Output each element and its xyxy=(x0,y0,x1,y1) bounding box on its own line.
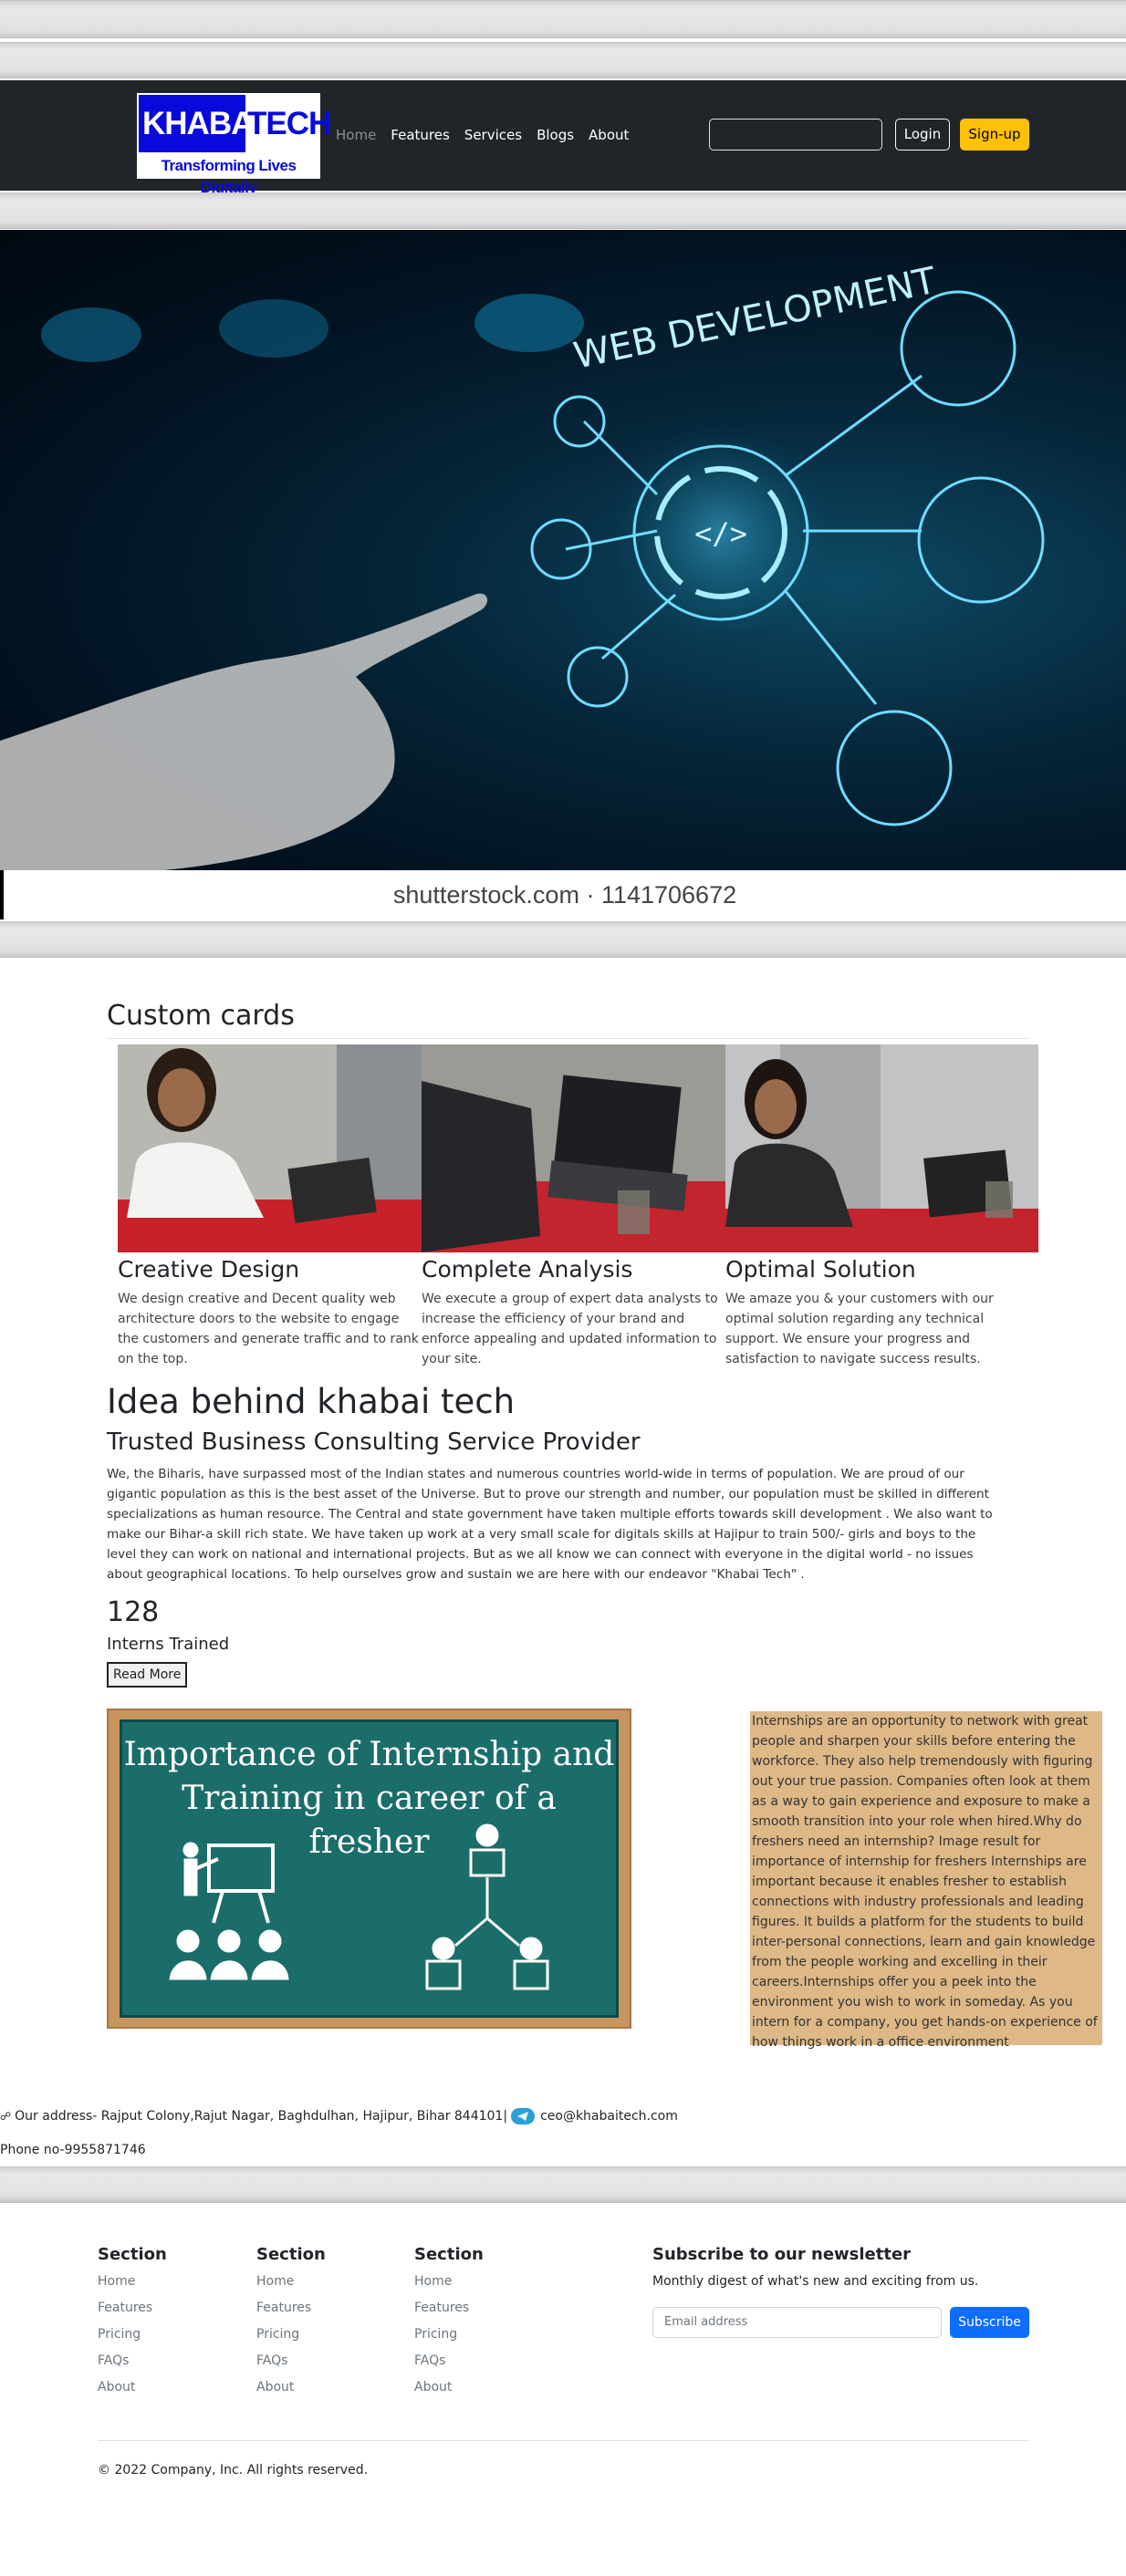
cards-title-rule xyxy=(107,1038,1028,1039)
nav-services[interactable]: Services xyxy=(457,124,529,146)
newsletter-title: Subscribe to our newsletter xyxy=(652,2245,912,2264)
footer-link-faqs[interactable]: FAQs xyxy=(256,2348,326,2374)
hero-image-text: WEB DEVELOPMENT xyxy=(570,260,941,378)
training-illustration xyxy=(169,1823,549,1990)
nav-blogs[interactable]: Blogs xyxy=(529,124,581,146)
search-input[interactable] xyxy=(709,119,882,151)
card-text: We amaze you & your customers with our o… xyxy=(725,1292,994,1366)
card-creative-design: Creative Design We design creative and D… xyxy=(118,1044,422,1369)
copyright-text: © 2022 Company, Inc. All rights reserved… xyxy=(98,2463,369,2477)
interns-count: 128 xyxy=(107,1596,160,1628)
footer-column-1: Section Home Features Pricing FAQs About xyxy=(98,2245,167,2401)
divider-below-nav xyxy=(0,192,1126,229)
phone-number: Phone no-9955871746 xyxy=(0,2143,146,2157)
address-text: Our address- Rajput Colony,Rajut Nagar, … xyxy=(15,2109,504,2124)
footer-column-3: Section Home Features Pricing FAQs About xyxy=(414,2245,484,2401)
logo-text-right: TECH xyxy=(247,106,331,141)
footer-column-title: Section xyxy=(414,2245,484,2264)
footer-link-home[interactable]: Home xyxy=(98,2269,167,2295)
email-link[interactable]: ceo@khabaitech.com xyxy=(540,2109,678,2124)
svg-text:</>: </> xyxy=(694,516,747,551)
footer-link-features[interactable]: Features xyxy=(414,2295,484,2322)
hero-banner: </> WEB DEVELOPMENT shutterstock.com · 1… xyxy=(0,230,1126,919)
footer-link-home[interactable]: Home xyxy=(256,2269,326,2295)
internship-image: Importance of Internship and Training in… xyxy=(107,1709,631,2029)
contact-address-line: ☍ Our address- Rajput Colony,Rajut Nagar… xyxy=(0,2108,678,2124)
card-photo xyxy=(422,1044,725,1252)
hero-image-credit: shutterstock.com · 1141706672 xyxy=(4,870,1126,919)
about-title: Idea behind khabai tech xyxy=(107,1382,516,1421)
footer-column-title: Section xyxy=(98,2245,167,2264)
divider-above-footer xyxy=(0,2166,1126,2203)
footer-link-pricing[interactable]: Pricing xyxy=(98,2322,167,2348)
map-pin-icon: ☍ xyxy=(0,2110,12,2123)
card-title: Optimal Solution xyxy=(725,1256,916,1283)
card-title: Complete Analysis xyxy=(422,1256,633,1283)
nav-home[interactable]: Home xyxy=(328,124,383,146)
footer-link-features[interactable]: Features xyxy=(256,2295,326,2322)
logo-tagline: Transforming Lives Digitally xyxy=(161,157,297,196)
footer-link-faqs[interactable]: FAQs xyxy=(414,2348,484,2374)
card-photo xyxy=(118,1044,422,1252)
footer-link-features[interactable]: Features xyxy=(98,2295,167,2322)
footer-link-about[interactable]: About xyxy=(414,2374,484,2401)
card-title: Creative Design xyxy=(118,1256,300,1283)
signup-button[interactable]: Sign-up xyxy=(960,119,1029,151)
footer-link-about[interactable]: About xyxy=(256,2374,326,2401)
logo-text-left: KHABAI xyxy=(139,95,262,152)
about-subtitle: Trusted Business Consulting Service Prov… xyxy=(107,1428,641,1456)
card-photo xyxy=(725,1044,1038,1252)
hero-image: </> WEB DEVELOPMENT xyxy=(0,230,1126,870)
newsletter-email-input[interactable]: Email address xyxy=(652,2307,942,2338)
footer-link-faqs[interactable]: FAQs xyxy=(98,2348,167,2374)
telegram-icon xyxy=(511,2108,536,2124)
navbar: KHABAI TECH Transforming Lives Digitally… xyxy=(0,80,1126,196)
internship-text: Internships are an opportunity to networ… xyxy=(750,1711,1102,2050)
footer-link-home[interactable]: Home xyxy=(414,2269,484,2295)
top-divider xyxy=(0,0,1126,38)
nav-about[interactable]: About xyxy=(581,124,636,146)
about-text: We, the Biharis, have surpassed most of … xyxy=(107,1467,993,1582)
chalkboard: Importance of Internship and Training in… xyxy=(120,1719,619,2018)
subscribe-button[interactable]: Subscribe xyxy=(950,2307,1029,2338)
divider-above-nav xyxy=(0,42,1126,78)
card-optimal-solution: Optimal Solution We amaze you & your cus… xyxy=(725,1044,1038,1369)
footer-link-about[interactable]: About xyxy=(98,2374,167,2401)
footer-column-2: Section Home Features Pricing FAQs About xyxy=(256,2245,326,2401)
footer-rule xyxy=(98,2440,1029,2441)
interns-label: Interns Trained xyxy=(107,1635,230,1654)
read-more-button[interactable]: Read More xyxy=(107,1662,188,1688)
footer-link-pricing[interactable]: Pricing xyxy=(414,2322,484,2348)
web-development-illustration: </> WEB DEVELOPMENT xyxy=(0,260,1045,870)
newsletter-subtitle: Monthly digest of what's new and excitin… xyxy=(652,2274,979,2289)
footer-column-title: Section xyxy=(256,2245,326,2264)
cards-section-title: Custom cards xyxy=(107,1000,295,1032)
logo[interactable]: KHABAI TECH Transforming Lives Digitally xyxy=(137,93,331,196)
address-separator: | xyxy=(503,2109,508,2124)
card-text: We design creative and Decent quality we… xyxy=(118,1292,419,1366)
card-text: We execute a group of expert data analys… xyxy=(422,1292,718,1366)
nav-features[interactable]: Features xyxy=(383,124,457,146)
divider-below-hero xyxy=(0,921,1126,958)
card-complete-analysis: Complete Analysis We execute a group of … xyxy=(422,1044,725,1369)
login-button[interactable]: Login xyxy=(895,119,950,151)
logo-wordmark: KHABAI TECH xyxy=(139,95,331,152)
nav-links: Home Features Services Blogs About xyxy=(328,124,636,146)
footer-link-pricing[interactable]: Pricing xyxy=(256,2322,326,2348)
